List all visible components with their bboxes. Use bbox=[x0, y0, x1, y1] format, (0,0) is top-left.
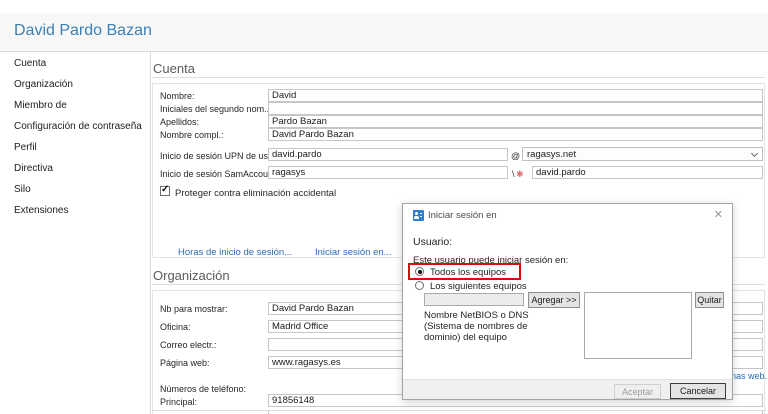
help-line-1: Nombre NetBIOS o DNS bbox=[424, 310, 529, 321]
sidebar-divider bbox=[150, 52, 151, 414]
bottom-separator-line bbox=[152, 410, 766, 411]
sidebar-item-perfil[interactable]: Perfil bbox=[14, 142, 37, 153]
help-line-2: (Sistema de nombres de bbox=[424, 321, 529, 332]
protect-deletion-label: Proteger contra eliminación accidental bbox=[175, 188, 336, 199]
radio-following-computers[interactable] bbox=[415, 281, 424, 290]
iniciales-label: Iniciales del segundo nom... bbox=[160, 104, 272, 114]
sidebar-item-miembro-de[interactable]: Miembro de bbox=[14, 100, 67, 111]
principal-label: Principal: bbox=[160, 397, 197, 407]
sidebar-item-cuenta[interactable]: Cuenta bbox=[14, 58, 46, 69]
oficina-label: Oficina: bbox=[160, 322, 191, 332]
close-icon[interactable]: ✕ bbox=[714, 208, 723, 221]
sam-label: Inicio de sesión SamAccou... bbox=[160, 169, 276, 179]
nombre-completo-input[interactable] bbox=[268, 128, 763, 141]
upn-input[interactable] bbox=[268, 148, 508, 161]
computers-listbox[interactable] bbox=[584, 292, 692, 359]
sidebar-item-configuracion-contrasena[interactable]: Configuración de contraseña bbox=[14, 121, 142, 132]
user-badge-icon bbox=[413, 210, 424, 221]
netbios-help-text: Nombre NetBIOS o DNS (Sistema de nombres… bbox=[424, 310, 529, 343]
agregar-button[interactable]: Agregar >> bbox=[528, 292, 580, 308]
nombre-label: Nombre: bbox=[160, 91, 195, 101]
logon-hours-link[interactable]: Horas de inicio de sesión... bbox=[178, 247, 292, 258]
sidebar-item-organizacion[interactable]: Organización bbox=[14, 79, 73, 90]
aceptar-button: Aceptar bbox=[614, 384, 661, 399]
adac-user-properties-window: David Pardo Bazan Cuenta Organización Mi… bbox=[0, 0, 768, 414]
checkmark-icon: ✓ bbox=[161, 184, 169, 195]
logon-to-dialog: Iniciar sesión en ✕ Usuario: Este usuari… bbox=[402, 203, 733, 400]
nombre-completo-label: Nombre compl.: bbox=[160, 130, 224, 140]
page-title: David Pardo Bazan bbox=[14, 22, 152, 40]
highlight-annotation bbox=[408, 263, 521, 280]
display-name-label: Nb para mostrar: bbox=[160, 304, 228, 314]
correo-label: Correo electr.: bbox=[160, 340, 217, 350]
sidebar-item-silo[interactable]: Silo bbox=[14, 184, 31, 195]
dialog-title: Iniciar sesión en bbox=[428, 210, 497, 221]
computer-name-input bbox=[424, 293, 524, 306]
phone-numbers-label: Números de teléfono: bbox=[160, 384, 246, 394]
protect-deletion-checkbox[interactable]: ✓ bbox=[160, 186, 170, 196]
nombre-input[interactable] bbox=[268, 89, 763, 102]
usuario-label: Usuario: bbox=[413, 236, 452, 248]
title-band: David Pardo Bazan bbox=[0, 13, 768, 52]
sam-account-input[interactable] bbox=[532, 166, 763, 179]
upn-domain-dropdown[interactable]: ragasys.net bbox=[522, 147, 763, 161]
iniciales-input[interactable] bbox=[268, 102, 763, 115]
help-line-3: dominio) del equipo bbox=[424, 332, 529, 343]
apellidos-input[interactable] bbox=[268, 115, 763, 128]
pagina-web-label: Página web: bbox=[160, 358, 210, 368]
sidebar-item-extensiones[interactable]: Extensiones bbox=[14, 205, 68, 216]
cancelar-button[interactable]: Cancelar bbox=[670, 383, 726, 399]
at-separator: @ bbox=[511, 151, 520, 161]
quitar-button[interactable]: Quitar bbox=[695, 292, 724, 308]
upn-label: Inicio de sesión UPN de us... bbox=[160, 151, 276, 161]
backslash-separator: \ bbox=[512, 169, 515, 179]
sidebar-item-directiva[interactable]: Directiva bbox=[14, 163, 53, 174]
required-asterisk-icon: ✱ bbox=[516, 169, 524, 180]
sam-domain-input[interactable] bbox=[268, 166, 508, 179]
other-web-pages-link-partial[interactable]: nas web... bbox=[731, 371, 768, 381]
logon-to-link[interactable]: Iniciar sesión en... bbox=[315, 247, 392, 258]
radio-following-computers-label: Los siguientes equipos bbox=[430, 281, 527, 292]
chevron-down-icon bbox=[751, 150, 758, 157]
upn-domain-value: ragasys.net bbox=[527, 149, 576, 160]
organizacion-section-header: Organización bbox=[153, 268, 230, 283]
cuenta-section-header: Cuenta bbox=[153, 61, 195, 76]
cuenta-header-underline bbox=[152, 77, 765, 78]
apellidos-label: Apellidos: bbox=[160, 117, 199, 127]
